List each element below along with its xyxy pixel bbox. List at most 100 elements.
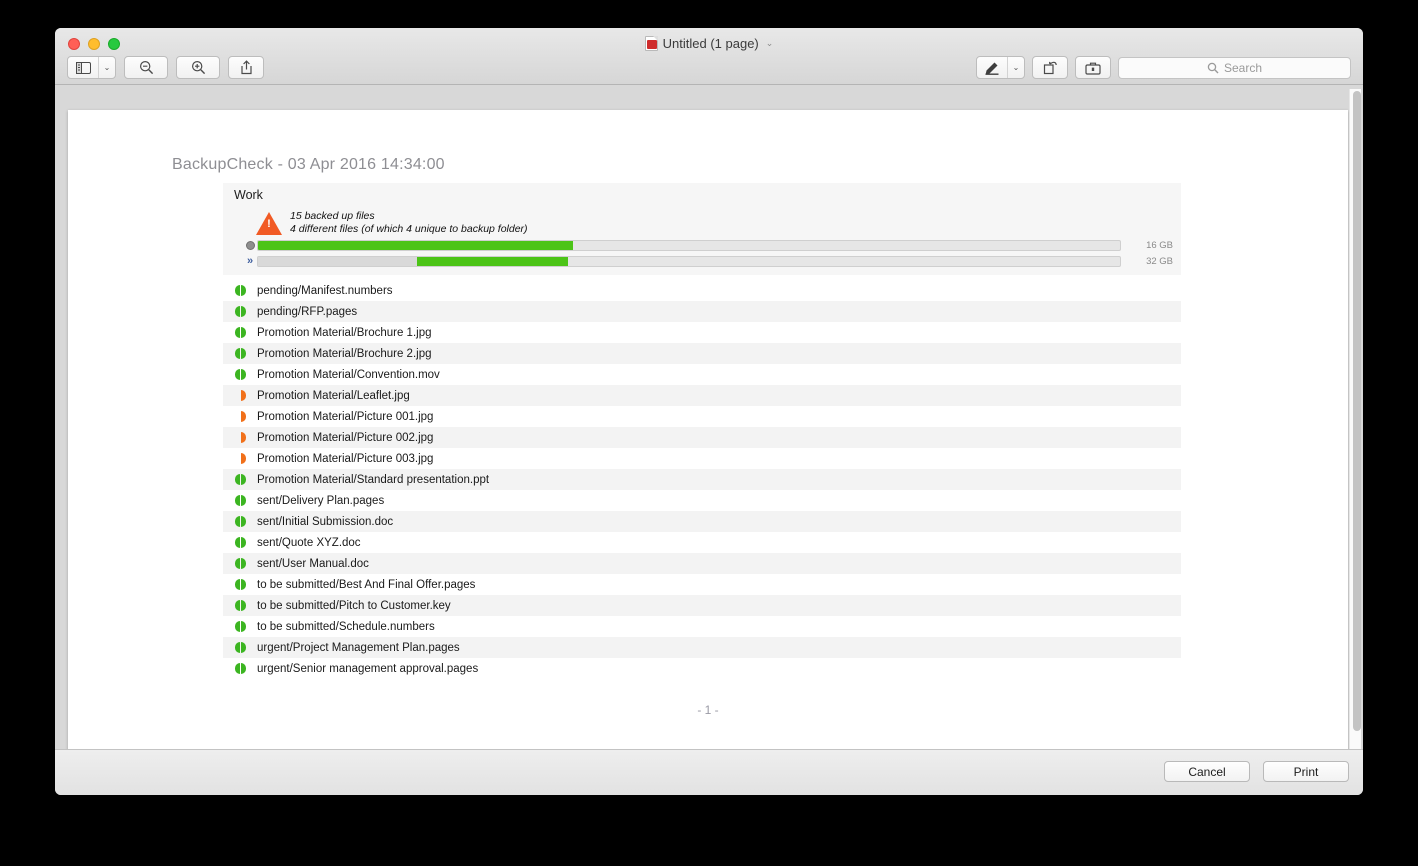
- capacity-bar-segment: [258, 241, 573, 250]
- file-row: sent/Initial Submission.doc: [223, 511, 1181, 532]
- file-status-cell: [223, 432, 257, 443]
- status-warning-icon: [235, 411, 246, 422]
- capacity-bar-segment: [258, 257, 418, 266]
- file-row: sent/Delivery Plan.pages: [223, 490, 1181, 511]
- cancel-button[interactable]: Cancel: [1164, 761, 1250, 782]
- markup-pen-icon[interactable]: [977, 57, 1007, 78]
- file-row: Promotion Material/Picture 002.jpg: [223, 427, 1181, 448]
- file-name: sent/Initial Submission.doc: [257, 515, 394, 528]
- chevron-down-icon[interactable]: ⌄: [1007, 57, 1024, 78]
- file-name: Promotion Material/Standard presentation…: [257, 473, 490, 486]
- status-ok-icon: [234, 327, 246, 338]
- print-button[interactable]: Print: [1263, 761, 1349, 782]
- vertical-scrollbar[interactable]: [1349, 89, 1361, 774]
- file-status-cell: [223, 642, 257, 653]
- vertical-scrollbar-thumb[interactable]: [1352, 91, 1361, 731]
- rotate-button[interactable]: [1032, 56, 1068, 79]
- file-status-cell: [223, 411, 257, 422]
- status-warning-icon: [235, 390, 246, 401]
- file-status-cell: [223, 474, 257, 485]
- toolbar-right: ⌄ Search: [976, 56, 1351, 79]
- file-name: Promotion Material/Picture 001.jpg: [257, 410, 434, 423]
- chevron-down-icon[interactable]: ⌄: [98, 57, 115, 78]
- capacity-bar-row: 16 GB: [243, 239, 1173, 252]
- status-ok-icon: [234, 285, 246, 296]
- file-row: pending/RFP.pages: [223, 301, 1181, 322]
- file-row: pending/Manifest.numbers: [223, 280, 1181, 301]
- share-button[interactable]: [228, 56, 264, 79]
- page-number: - 1 -: [697, 703, 719, 717]
- status-warning-icon: [235, 453, 246, 464]
- search-field[interactable]: Search: [1118, 56, 1351, 79]
- zoom-out-button[interactable]: [124, 56, 168, 79]
- status-ok-icon: [234, 663, 246, 674]
- file-name: Promotion Material/Brochure 1.jpg: [257, 326, 432, 339]
- zoom-in-icon: [191, 60, 206, 75]
- dialog-footer: Cancel Print: [55, 749, 1363, 795]
- capacity-label: 32 GB: [1146, 256, 1173, 267]
- capacity-bar-segment: [417, 257, 569, 266]
- file-status-cell: [223, 621, 257, 632]
- share-icon: [240, 60, 253, 75]
- warning-block: 15 backed up files 4 different files (of…: [256, 210, 528, 237]
- status-ok-icon: [234, 495, 246, 506]
- report-heading: BackupCheck - 03 Apr 2016 14:34:00: [172, 156, 445, 173]
- capacity-bar-track: [257, 240, 1121, 251]
- file-name: Promotion Material/Convention.mov: [257, 368, 440, 381]
- status-ok-icon: [234, 621, 246, 632]
- status-ok-icon: [234, 369, 246, 380]
- search-icon: [1207, 62, 1219, 74]
- file-list: pending/Manifest.numbers pending/RFP.page…: [223, 280, 1181, 679]
- status-ok-icon: [234, 516, 246, 527]
- file-row: Promotion Material/Brochure 1.jpg: [223, 322, 1181, 343]
- file-row: to be submitted/Pitch to Customer.key: [223, 595, 1181, 616]
- file-row: to be submitted/Schedule.numbers: [223, 616, 1181, 637]
- file-status-cell: [223, 453, 257, 464]
- sidebar-view-button[interactable]: ⌄: [67, 56, 116, 79]
- file-status-cell: [223, 327, 257, 338]
- titlebar: Untitled (1 page) ⌄ ⌄ ⌄ Search: [55, 28, 1363, 85]
- panel-title: Work: [234, 188, 263, 202]
- toolbox-button[interactable]: [1075, 56, 1111, 79]
- document-title: Untitled (1 page) ⌄: [55, 36, 1363, 51]
- capacity-label: 16 GB: [1146, 240, 1173, 251]
- markup-button[interactable]: ⌄: [976, 56, 1025, 79]
- file-row: Promotion Material/Picture 001.jpg: [223, 406, 1181, 427]
- warning-triangle-icon: [256, 211, 282, 235]
- document-title-text: Untitled (1 page): [662, 36, 759, 51]
- file-status-cell: [223, 516, 257, 527]
- file-row: urgent/Project Management Plan.pages: [223, 637, 1181, 658]
- toolbox-icon: [1085, 61, 1101, 75]
- file-row: sent/Quote XYZ.doc: [223, 532, 1181, 553]
- file-name: urgent/Project Management Plan.pages: [257, 641, 460, 654]
- file-name: sent/Quote XYZ.doc: [257, 536, 361, 549]
- capacity-bar-track: [257, 256, 1121, 267]
- file-name: pending/RFP.pages: [257, 305, 358, 318]
- status-ok-icon: [234, 537, 246, 548]
- file-name: to be submitted/Pitch to Customer.key: [257, 599, 451, 612]
- file-status-cell: [223, 348, 257, 359]
- file-name: sent/User Manual.doc: [257, 557, 369, 570]
- file-name: sent/Delivery Plan.pages: [257, 494, 385, 507]
- file-row: sent/User Manual.doc: [223, 553, 1181, 574]
- status-ok-icon: [234, 579, 246, 590]
- sidebar-view-icon[interactable]: [68, 57, 98, 78]
- summary-line-1: 15 backed up files: [290, 210, 375, 222]
- file-status-cell: [223, 579, 257, 590]
- print-preview-window: Untitled (1 page) ⌄ ⌄ ⌄ Search BackupChe…: [55, 28, 1363, 795]
- summary-line-2: 4 different files (of which 4 unique to …: [290, 223, 528, 236]
- file-status-cell: [223, 306, 257, 317]
- summary-text: 15 backed up files 4 different files (of…: [290, 210, 528, 237]
- document-scroll-area[interactable]: BackupCheck - 03 Apr 2016 14:34:00 Work …: [55, 85, 1363, 778]
- chevron-down-icon[interactable]: ⌄: [766, 38, 774, 49]
- zoom-in-button[interactable]: [176, 56, 220, 79]
- toolbar-left: ⌄: [67, 56, 264, 79]
- rotate-icon: [1043, 60, 1058, 75]
- file-status-cell: [223, 369, 257, 380]
- status-ok-icon: [234, 348, 246, 359]
- file-status-cell: [223, 285, 257, 296]
- file-name: to be submitted/Best And Final Offer.pag…: [257, 578, 476, 591]
- zoom-out-icon: [139, 60, 154, 75]
- file-name: to be submitted/Schedule.numbers: [257, 620, 435, 633]
- search-input[interactable]: Search: [1224, 61, 1262, 75]
